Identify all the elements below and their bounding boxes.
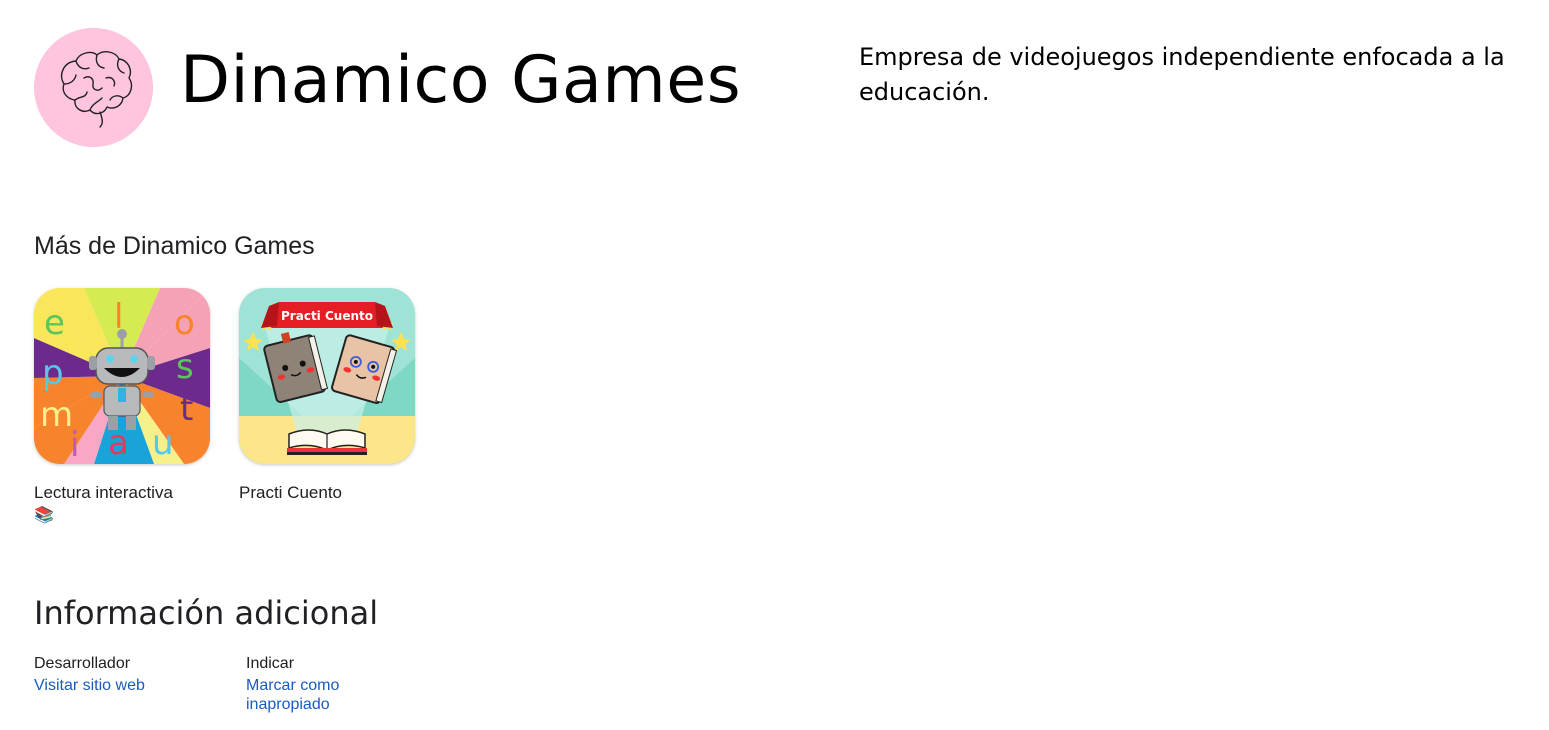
books-story-icon[interactable]: Practi Cuento [239, 288, 415, 464]
icon-letter: i [70, 425, 79, 464]
books-badge-icon: 📚 [34, 507, 54, 524]
report-label: Indicar [246, 655, 295, 672]
icon-letter: p [42, 353, 64, 393]
visit-website-link[interactable]: Visitar sitio web [34, 676, 234, 695]
app-name[interactable]: Practi Cuento [239, 482, 419, 504]
icon-letter: u [152, 423, 174, 463]
icon-letter: e [44, 303, 65, 343]
developer-avatar [34, 28, 153, 147]
app-card-practi-cuento[interactable]: Practi Cuento Practi Cuento [239, 288, 419, 504]
developer-info: Desarrollador Visitar sitio web [34, 654, 234, 695]
app-name[interactable]: Lectura interactiva [34, 482, 214, 504]
icon-letter: o [174, 303, 195, 343]
developer-header: Dinamico Games Empresa de videojuegos in… [34, 28, 1534, 158]
report-info: Indicar Marcar como inapropiado [246, 654, 406, 714]
app-card-lectura-interactiva[interactable]: e l o p s m t i a u Lectura interactiva … [34, 288, 214, 525]
developer-description: Empresa de videojuegos independiente enf… [859, 43, 1505, 106]
additional-info-title: Información adicional [34, 594, 379, 632]
brain-icon [34, 28, 153, 147]
icon-letter: t [180, 389, 193, 429]
robot-letters-icon[interactable]: e l o p s m t i a u [34, 288, 210, 464]
more-from-developer-title: Más de Dinamico Games [34, 232, 315, 260]
icon-letter: m [40, 395, 73, 435]
icon-letter: a [108, 423, 129, 463]
icon-banner-text: Practi Cuento [281, 309, 373, 323]
icon-letter: s [176, 347, 194, 387]
icon-letter: l [114, 297, 123, 337]
developer-name: Dinamico Games [180, 43, 742, 118]
developer-label: Desarrollador [34, 655, 131, 672]
flag-inappropriate-link[interactable]: Marcar como inapropiado [246, 676, 406, 714]
